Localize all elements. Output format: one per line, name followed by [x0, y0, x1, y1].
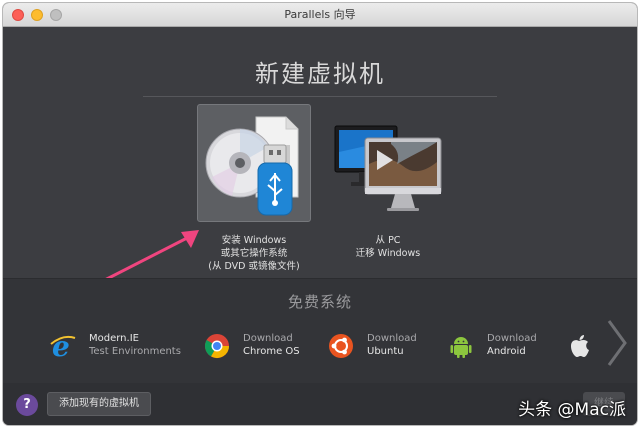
watermark-text: 头条 @Mac派	[518, 400, 626, 420]
close-window-button[interactable]	[12, 9, 24, 21]
modern-ie-name: Modern.IE	[89, 333, 139, 344]
chrome-os-download-label: Download	[243, 333, 293, 344]
migrate-label-line: 从 PC	[375, 235, 401, 246]
minimize-window-button[interactable]	[31, 9, 43, 21]
ubuntu-item[interactable]: Download Ubuntu	[327, 330, 437, 362]
free-systems-section: 免费系统 e Modern.IE Test Environments Downl…	[3, 278, 637, 383]
android-icon	[450, 337, 472, 358]
chevron-right-icon[interactable]	[605, 317, 629, 369]
title-bar: Parallels 向导	[3, 3, 637, 27]
install-media-icon	[205, 116, 299, 216]
ubuntu-name: Ubuntu	[367, 346, 404, 357]
macos-item[interactable]	[565, 330, 593, 362]
pc-migration-icon	[334, 125, 442, 211]
maximize-window-button[interactable]	[50, 9, 62, 21]
migrate-label-line: 迁移 Windows	[355, 248, 421, 259]
modern-ie-item[interactable]: e Modern.IE Test Environments	[49, 330, 199, 362]
apple-icon	[571, 335, 589, 357]
migrate-pc-label: 从 PC 迁移 Windows	[313, 234, 463, 260]
section-title: 新建虚拟机	[255, 60, 385, 88]
ubuntu-download-label: Download	[367, 333, 417, 344]
modern-ie-subtitle: Test Environments	[89, 346, 181, 357]
migrate-pc-option[interactable]	[331, 104, 445, 222]
android-download-label: Download	[487, 333, 537, 344]
ubuntu-icon	[329, 334, 353, 358]
title-divider	[143, 96, 497, 97]
free-systems-title: 免费系统	[287, 293, 352, 311]
help-button[interactable]: ?	[16, 394, 38, 416]
chrome-os-item[interactable]: Download Chrome OS	[203, 330, 313, 362]
android-item[interactable]: Download Android	[447, 330, 557, 362]
android-name: Android	[487, 346, 526, 357]
parallels-wizard-window: Parallels 向导 新建虚拟机 安装 Windows 或其它操作系统 (从…	[3, 3, 637, 425]
add-existing-vm-button[interactable]: 添加现有的虚拟机	[47, 392, 151, 416]
new-vm-section: 新建虚拟机 安装 Windows 或其它操作系统 (从 DVD 或镜像文件) 从…	[3, 28, 637, 288]
chrome-os-name: Chrome OS	[243, 346, 300, 357]
internet-explorer-icon: e	[50, 332, 76, 360]
window-title: Parallels 向导	[284, 8, 356, 21]
install-os-option[interactable]	[197, 104, 311, 222]
chrome-icon	[204, 334, 229, 359]
